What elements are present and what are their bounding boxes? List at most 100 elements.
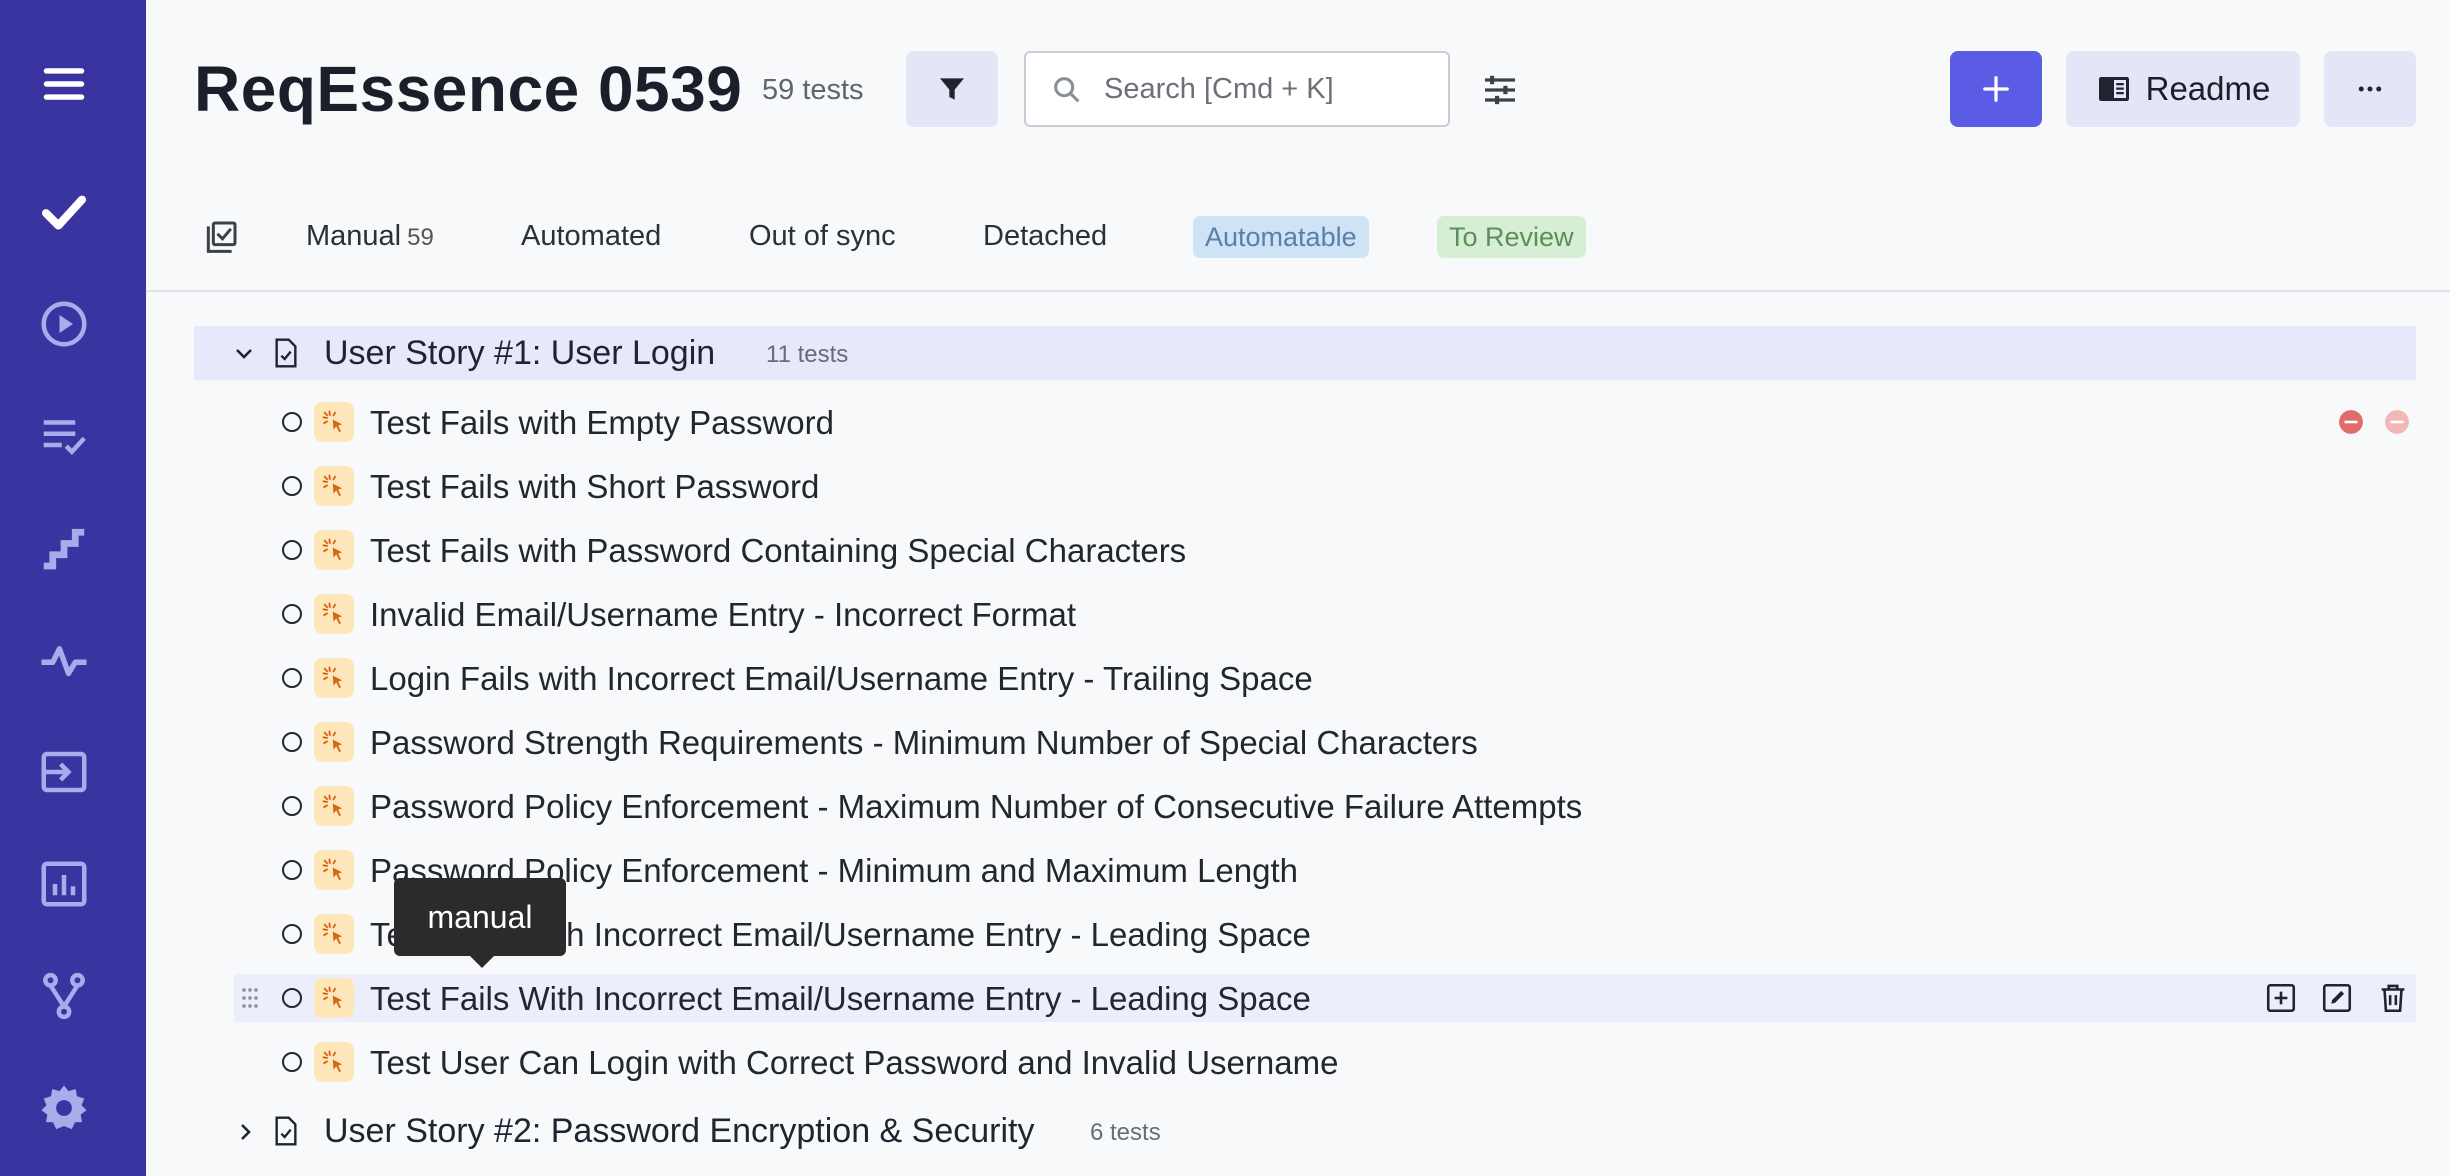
- settings-icon[interactable]: [36, 1080, 92, 1136]
- tab-out-of-sync[interactable]: Out of sync: [749, 220, 896, 253]
- manual-type-badge[interactable]: [314, 722, 354, 762]
- suite-title: User Story #2: Password Encryption & Sec…: [324, 1112, 1035, 1150]
- manual-test-icon: [322, 922, 343, 945]
- trash-icon[interactable]: [2376, 981, 2410, 1015]
- suite-test-count: 6 tests: [1090, 1119, 1161, 1146]
- checkmark-icon[interactable]: [36, 184, 92, 240]
- test-status-radio[interactable]: [282, 732, 302, 752]
- page-title: ReqEssence 0539: [194, 53, 743, 125]
- play-icon[interactable]: [36, 296, 92, 352]
- steps-icon[interactable]: [36, 520, 92, 576]
- test-status-radio[interactable]: [282, 412, 302, 432]
- test-title[interactable]: Test User Can Login with Correct Passwor…: [370, 1044, 1338, 1082]
- suite-test-count: 11 tests: [766, 341, 849, 368]
- test-row[interactable]: Test Fails with Empty Password: [234, 398, 2416, 446]
- filter-button[interactable]: [906, 51, 998, 127]
- manual-test-icon: [322, 602, 343, 625]
- filter-tabs: Manual 59 Automated Out of sync Detached …: [146, 196, 2450, 292]
- tab-automatable[interactable]: Automatable: [1193, 216, 1369, 258]
- select-all-button[interactable]: [200, 218, 240, 258]
- main-content: ReqEssence 0539 59 tests Readme Manual59…: [146, 0, 2450, 1176]
- chevron-right-icon[interactable]: [234, 1120, 258, 1144]
- test-title[interactable]: Test Fails with Empty Password: [370, 404, 834, 442]
- tooltip: manual: [394, 878, 566, 968]
- suite-header[interactable]: User Story #1: User Login 11 tests: [194, 326, 2416, 380]
- test-title[interactable]: Password Policy Enforcement - Maximum Nu…: [370, 788, 1582, 826]
- test-row[interactable]: Test Fails With Incorrect Email/Username…: [234, 974, 2416, 1022]
- manual-type-badge[interactable]: [314, 466, 354, 506]
- tab-manual-count: 59: [407, 224, 434, 251]
- search-box[interactable]: [1024, 51, 1450, 127]
- tests-count: 59 tests: [762, 74, 864, 106]
- test-status-radio[interactable]: [282, 1052, 302, 1072]
- add-button[interactable]: [1950, 51, 2042, 127]
- test-row[interactable]: Test User Can Login with Correct Passwor…: [234, 1038, 2416, 1086]
- import-icon[interactable]: [36, 744, 92, 800]
- test-status-radio[interactable]: [282, 604, 302, 624]
- edit-icon[interactable]: [2320, 981, 2354, 1015]
- tab-detached[interactable]: Detached: [983, 220, 1107, 253]
- manual-type-badge[interactable]: [314, 978, 354, 1018]
- manual-type-badge[interactable]: [314, 594, 354, 634]
- ellipsis-icon: [2358, 86, 2382, 92]
- manual-type-badge[interactable]: [314, 658, 354, 698]
- test-title[interactable]: Login Fails with Incorrect Email/Usernam…: [370, 660, 1313, 698]
- manual-test-icon: [322, 730, 343, 753]
- test-status-radio[interactable]: [282, 796, 302, 816]
- test-status-radio[interactable]: [282, 476, 302, 496]
- test-title[interactable]: Invalid Email/Username Entry - Incorrect…: [370, 596, 1076, 634]
- manual-type-badge[interactable]: [314, 1042, 354, 1082]
- manual-type-badge[interactable]: [314, 530, 354, 570]
- manual-test-icon: [322, 410, 343, 433]
- test-title[interactable]: Test Fails with Password Containing Spec…: [370, 532, 1186, 570]
- manual-test-icon: [322, 474, 343, 497]
- checklist-icon[interactable]: [36, 408, 92, 464]
- sliders-icon: [1485, 75, 1515, 105]
- more-options-button[interactable]: [2324, 51, 2416, 127]
- tab-to-review[interactable]: To Review: [1437, 216, 1586, 258]
- test-row[interactable]: Login Fails with Incorrect Email/Usernam…: [234, 654, 2416, 702]
- search-input[interactable]: [1104, 67, 1434, 111]
- test-row[interactable]: Password Policy Enforcement - Maximum Nu…: [234, 782, 2416, 830]
- test-status-radio[interactable]: [282, 540, 302, 560]
- sidebar: [0, 0, 146, 1176]
- test-status-radio[interactable]: [282, 988, 302, 1008]
- readme-label: Readme: [2145, 70, 2271, 107]
- filter-icon: [940, 78, 964, 100]
- suite-title: User Story #1: User Login: [324, 334, 716, 372]
- test-title[interactable]: Password Strength Requirements - Minimum…: [370, 724, 1478, 762]
- sliders-button[interactable]: [1480, 70, 1520, 110]
- readme-button[interactable]: Readme: [2066, 51, 2300, 127]
- search-icon: [1054, 77, 1080, 103]
- suite-document-icon: [275, 1116, 297, 1146]
- tab-manual-label: Manual: [306, 220, 402, 252]
- tab-automated[interactable]: Automated: [521, 220, 661, 253]
- manual-type-badge[interactable]: [314, 402, 354, 442]
- test-status-radio[interactable]: [282, 924, 302, 944]
- menu-icon[interactable]: [36, 56, 92, 112]
- test-row[interactable]: Password Strength Requirements - Minimum…: [234, 718, 2416, 766]
- suite-header[interactable]: User Story #2: Password Encryption & Sec…: [194, 1104, 2416, 1158]
- plus-icon: [1983, 76, 2009, 102]
- manual-type-badge[interactable]: [314, 914, 354, 954]
- analytics-icon[interactable]: [36, 856, 92, 912]
- multi-check-icon: [206, 221, 237, 253]
- manual-type-badge[interactable]: [314, 850, 354, 890]
- test-title[interactable]: Test Fails with Short Password: [370, 468, 819, 506]
- test-row[interactable]: Test Fails with Password Containing Spec…: [234, 526, 2416, 574]
- manual-test-icon: [322, 794, 343, 817]
- remove-icon[interactable]: [2338, 409, 2364, 435]
- drag-handle-icon[interactable]: [240, 986, 260, 1010]
- test-row[interactable]: Invalid Email/Username Entry - Incorrect…: [234, 590, 2416, 638]
- test-status-radio[interactable]: [282, 860, 302, 880]
- test-title[interactable]: Test Fails With Incorrect Email/Username…: [370, 980, 1311, 1018]
- manual-type-badge[interactable]: [314, 786, 354, 826]
- remove-faded-icon[interactable]: [2384, 409, 2410, 435]
- add-subitem-icon[interactable]: [2264, 981, 2298, 1015]
- pulse-icon[interactable]: [36, 632, 92, 688]
- test-row[interactable]: Test Fails with Short Password: [234, 462, 2416, 510]
- branch-icon[interactable]: [36, 968, 92, 1024]
- tab-manual[interactable]: Manual 59: [306, 220, 434, 253]
- test-status-radio[interactable]: [282, 668, 302, 688]
- chevron-down-icon[interactable]: [232, 342, 256, 366]
